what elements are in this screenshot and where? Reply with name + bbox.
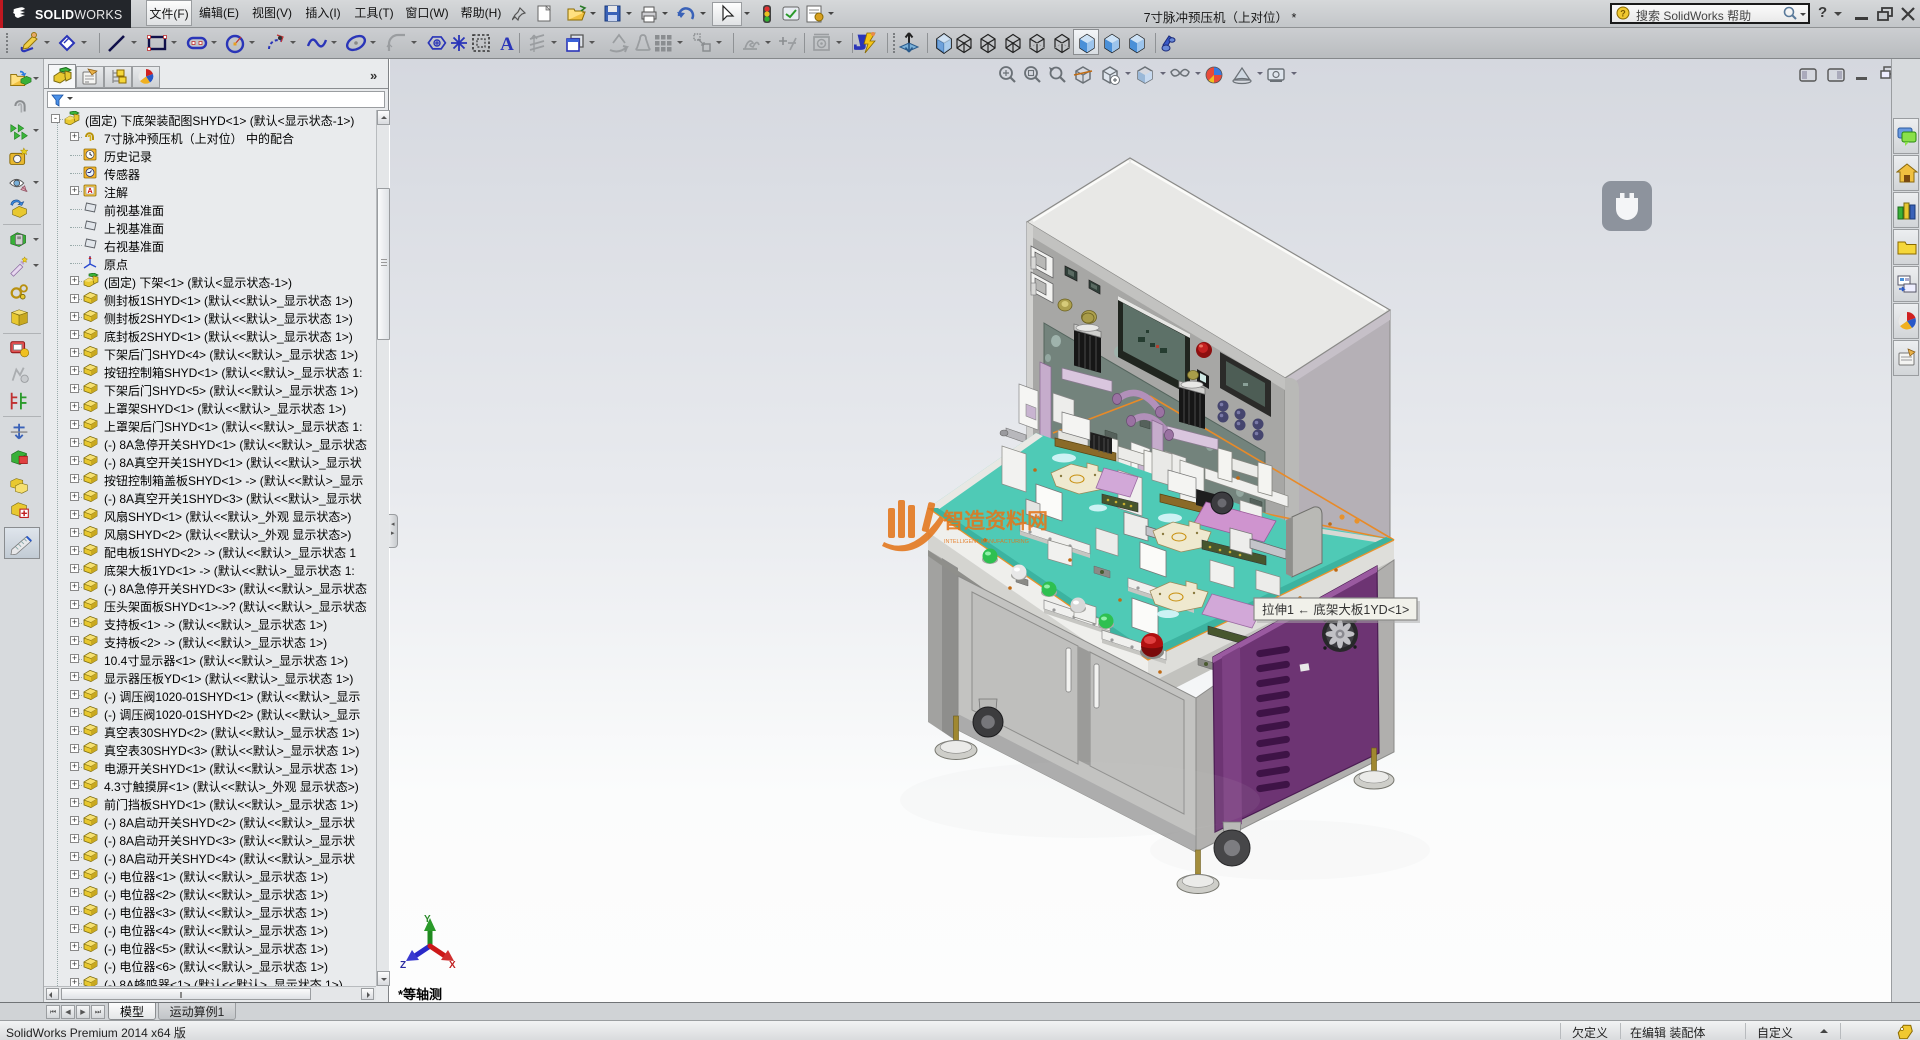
svg-text:Y: Y — [424, 914, 431, 925]
svg-text:A: A — [500, 34, 514, 55]
svg-text:*等轴测: *等轴测 — [398, 987, 442, 1002]
svg-text:?: ? — [1620, 9, 1626, 19]
svg-text:Z: Z — [400, 960, 406, 971]
svg-text:X: X — [449, 960, 456, 971]
svg-text:SOLIDWORKS: SOLIDWORKS — [35, 8, 122, 22]
svg-text:A: A — [87, 188, 92, 195]
svg-text:INTELLIGENT MANUFACTURING: INTELLIGENT MANUFACTURING — [944, 539, 1029, 545]
svg-text:拉伸1 ← 底架大板1YD<1>: 拉伸1 ← 底架大板1YD<1> — [1262, 602, 1409, 617]
svg-text:智造资料网: 智造资料网 — [943, 509, 1048, 533]
